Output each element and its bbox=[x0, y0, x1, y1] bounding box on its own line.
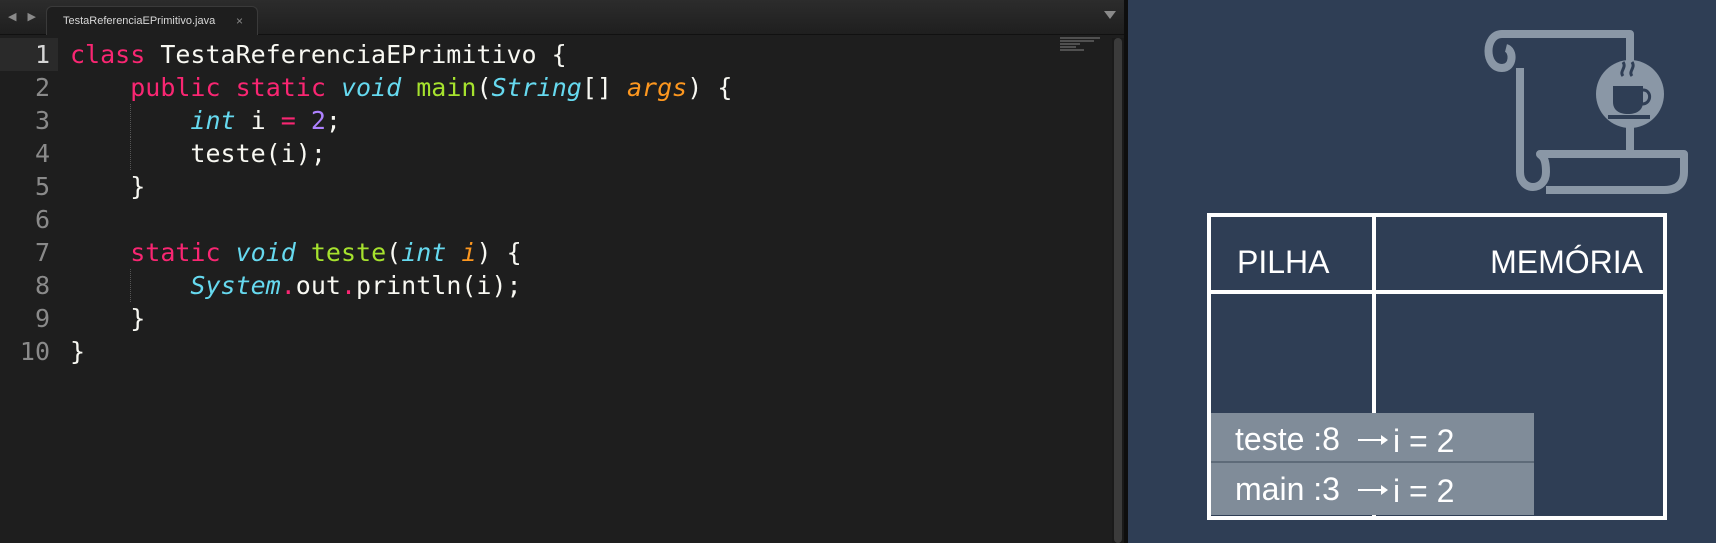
line-number: 3 bbox=[34, 106, 50, 135]
token-function: main bbox=[416, 73, 477, 102]
line-number: 9 bbox=[34, 304, 50, 333]
frame-name: teste :8 bbox=[1235, 421, 1340, 457]
line-number: 8 bbox=[34, 271, 50, 300]
line-number-gutter: 1 2 3 4 5 6 7 8 9 10 bbox=[0, 38, 58, 368]
token-number: 2 bbox=[310, 106, 326, 135]
token-param: i bbox=[461, 238, 477, 267]
memory-header: MEMÓRIA bbox=[1490, 244, 1643, 280]
frame-variable: i = 2 bbox=[1393, 473, 1455, 509]
scrollbar[interactable] bbox=[1112, 38, 1124, 543]
token-call: teste(i); bbox=[190, 139, 326, 168]
line-number: 5 bbox=[34, 172, 50, 201]
frame-variable: i = 2 bbox=[1393, 423, 1455, 459]
line-number: 7 bbox=[34, 238, 50, 267]
stack-frame: teste :8 i = 2 bbox=[1211, 413, 1534, 463]
file-tab[interactable]: TestaReferenciaEPrimitivo.java × bbox=[46, 6, 258, 35]
token-call: println(i); bbox=[356, 271, 522, 300]
code-editor: ◀ ▶ TestaReferenciaEPrimitivo.java × 1 2… bbox=[0, 0, 1124, 543]
token-type: System bbox=[190, 271, 281, 300]
header-divider bbox=[1211, 290, 1663, 294]
code-line: } bbox=[70, 335, 1064, 368]
code-line: } bbox=[70, 170, 1064, 203]
slide-panel: PILHA MEMÓRIA teste :8 i = 2 main :3 i =… bbox=[1128, 0, 1716, 543]
token-punct: ( bbox=[386, 238, 402, 267]
indent-guide bbox=[130, 269, 132, 302]
code-line: System.out.println(i); bbox=[70, 269, 1064, 302]
tab-nav-arrows-icon[interactable]: ◀ ▶ bbox=[8, 10, 40, 23]
token-var: i bbox=[235, 106, 281, 135]
token-punct: [] bbox=[581, 73, 627, 102]
code-line: teste(i); bbox=[70, 137, 1064, 170]
stack-frame: main :3 i = 2 bbox=[1211, 463, 1534, 515]
token-type: String bbox=[491, 73, 582, 102]
token-brace: } bbox=[130, 304, 146, 333]
token-type: int bbox=[401, 238, 447, 267]
token-param: args bbox=[627, 73, 688, 102]
line-number: 2 bbox=[34, 73, 50, 102]
frame-name: main :3 bbox=[1235, 471, 1340, 507]
token-punct: ; bbox=[325, 106, 341, 135]
token-class-name: TestaReferenciaEPrimitivo { bbox=[145, 40, 567, 69]
file-tab-label: TestaReferenciaEPrimitivo.java bbox=[63, 15, 216, 27]
memory-table: PILHA MEMÓRIA teste :8 i = 2 main :3 i =… bbox=[1207, 213, 1667, 520]
token-type: void bbox=[235, 238, 296, 267]
token-function: teste bbox=[310, 238, 387, 267]
line-number: 4 bbox=[34, 139, 50, 168]
code-line: int i = 2; bbox=[70, 104, 1064, 137]
scrollbar-thumb[interactable] bbox=[1114, 38, 1122, 543]
token-keyword: static bbox=[235, 73, 326, 102]
token-type: void bbox=[340, 73, 402, 102]
token-operator: . bbox=[280, 271, 296, 300]
indent-guide bbox=[130, 137, 132, 170]
arrow-right-icon bbox=[1358, 435, 1388, 445]
java-scroll-icon bbox=[1484, 30, 1688, 194]
indent-guide bbox=[130, 104, 132, 137]
code-line: } bbox=[70, 302, 1064, 335]
arrow-right-icon bbox=[1358, 485, 1388, 495]
line-number: 1 bbox=[0, 38, 58, 71]
token-keyword: static bbox=[130, 238, 221, 267]
close-icon[interactable]: × bbox=[236, 14, 243, 28]
line-number: 10 bbox=[19, 337, 50, 366]
stack-frames: teste :8 i = 2 main :3 i = 2 bbox=[1211, 413, 1534, 515]
code-line: class TestaReferenciaEPrimitivo { bbox=[70, 38, 1064, 71]
minimap[interactable] bbox=[1060, 36, 1102, 60]
token-brace: } bbox=[130, 172, 146, 201]
code-line: static void teste(int i) { bbox=[70, 236, 1064, 269]
token-punct: ) { bbox=[687, 73, 733, 102]
token-punct: ) { bbox=[476, 238, 522, 267]
line-number: 6 bbox=[34, 205, 50, 234]
code-area[interactable]: class TestaReferenciaEPrimitivo { public… bbox=[70, 38, 1064, 368]
code-line: public static void main(String[] args) { bbox=[70, 71, 1064, 104]
token-brace: } bbox=[70, 337, 86, 366]
stack-header: PILHA bbox=[1237, 244, 1330, 280]
token-member: out bbox=[295, 271, 341, 300]
tab-bar: ◀ ▶ TestaReferenciaEPrimitivo.java × bbox=[0, 0, 1124, 35]
token-punct: ( bbox=[476, 73, 492, 102]
token-operator: . bbox=[340, 271, 357, 300]
token-type: int bbox=[190, 106, 236, 135]
token-keyword: public bbox=[130, 73, 221, 102]
token-keyword: class bbox=[70, 40, 146, 69]
token-operator: = bbox=[280, 106, 296, 135]
chevron-down-icon[interactable] bbox=[1104, 11, 1116, 19]
